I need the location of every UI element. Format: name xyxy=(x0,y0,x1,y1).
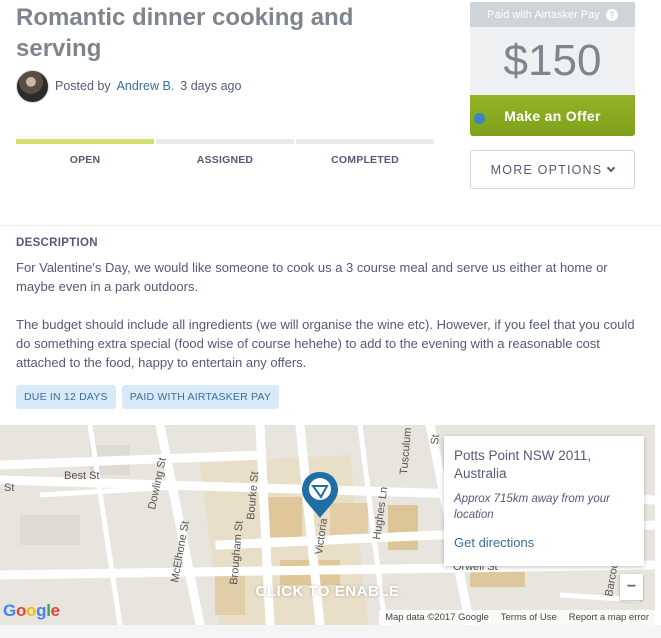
payment-header-label: Paid with Airtasker Pay xyxy=(487,8,600,21)
map-data-credit: Map data ©2017 Google xyxy=(385,612,489,623)
popup-location: Potts Point NSW 2011, Australia xyxy=(454,448,592,481)
avatar[interactable] xyxy=(16,69,49,103)
click-to-enable-overlay[interactable]: CLICK TO ENABLE xyxy=(0,583,655,600)
street-label: St xyxy=(4,482,14,494)
location-popup: Potts Point NSW 2011, Australia Approx 7… xyxy=(444,436,644,566)
status-label-completed: COMPLETED xyxy=(331,154,399,166)
status-step-assigned: ASSIGNED xyxy=(156,139,294,166)
help-icon[interactable]: ? xyxy=(605,8,618,21)
description-body: For Valentine's Day, we would like someo… xyxy=(16,258,646,372)
make-offer-label: Make an Offer xyxy=(504,107,601,124)
zoom-out-button[interactable]: − xyxy=(620,574,643,600)
popup-distance: Approx 715km away from your location xyxy=(454,493,610,521)
google-logo-letter: G xyxy=(3,601,16,620)
google-logo-letter: g xyxy=(36,601,47,620)
poster-name-link[interactable]: Andrew B. xyxy=(117,79,175,93)
indicator-dot-icon xyxy=(474,113,485,124)
status-bar-completed xyxy=(296,139,434,144)
status-bar-open xyxy=(16,139,154,144)
google-logo: Google xyxy=(3,601,60,621)
description-paragraph: The budget should include all ingredient… xyxy=(16,317,635,370)
task-price: $150 xyxy=(470,27,635,95)
task-status-progress: OPEN ASSIGNED COMPLETED xyxy=(16,139,434,166)
make-offer-button[interactable]: Make an Offer xyxy=(470,95,635,136)
get-directions-link[interactable]: Get directions xyxy=(454,535,634,550)
task-tags: DUE IN 12 DAYS PAID WITH AIRTASKER PAY xyxy=(16,385,280,409)
task-title: Romantic dinner cooking and serving xyxy=(16,4,354,62)
section-divider xyxy=(0,225,661,226)
google-logo-letter: e xyxy=(50,601,60,620)
due-date-badge: DUE IN 12 DAYS xyxy=(16,385,116,409)
street-label: St xyxy=(429,434,442,445)
report-map-error-link[interactable]: Report a map error xyxy=(569,612,649,623)
payment-box: Paid with Airtasker Pay ? $150 Make an O… xyxy=(470,2,635,136)
street-label: Best St xyxy=(64,470,99,482)
posted-by-label: Posted by xyxy=(55,79,111,93)
page-footer-strip xyxy=(0,625,661,638)
poster-info: Posted by Andrew B. 3 days ago xyxy=(16,69,241,103)
chevron-down-icon xyxy=(607,163,616,172)
status-label-open: OPEN xyxy=(69,154,101,166)
posted-ago: 3 days ago xyxy=(180,79,242,93)
more-options-button[interactable]: MORE OPTIONS xyxy=(470,150,635,189)
more-options-label: MORE OPTIONS xyxy=(490,162,603,177)
status-step-completed: COMPLETED xyxy=(296,139,434,166)
payment-method-badge: PAID WITH AIRTASKER PAY xyxy=(121,385,280,409)
location-map[interactable]: Best St Dowling St St McElhone St Brough… xyxy=(0,425,655,625)
status-step-open: OPEN xyxy=(16,139,154,166)
google-logo-letter: o xyxy=(26,601,37,620)
google-logo-letter: o xyxy=(15,601,27,620)
description-paragraph: For Valentine's Day, we would like someo… xyxy=(16,260,608,294)
description-heading: DESCRIPTION xyxy=(16,237,98,249)
map-footer: Map data ©2017 Google Terms of Use Repor… xyxy=(379,610,655,625)
status-bar-assigned xyxy=(156,139,294,144)
payment-header: Paid with Airtasker Pay ? xyxy=(470,2,635,27)
status-label-assigned: ASSIGNED xyxy=(196,154,254,166)
terms-of-use-link[interactable]: Terms of Use xyxy=(501,612,557,623)
